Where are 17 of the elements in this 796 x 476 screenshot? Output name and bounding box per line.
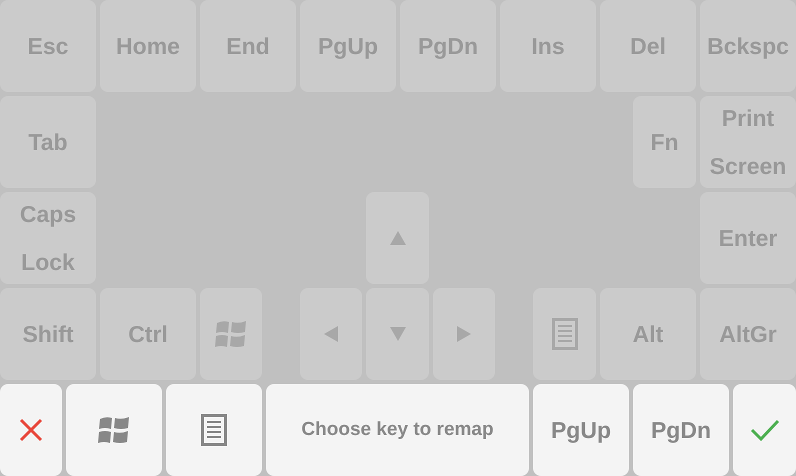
windows-logo-icon <box>97 414 131 446</box>
left-arrow-icon <box>324 326 338 342</box>
document-icon <box>200 413 228 447</box>
up-arrow-icon <box>390 231 406 245</box>
key-button[interactable] <box>166 384 262 476</box>
windows-logo-icon <box>214 318 248 350</box>
checkmark-icon <box>750 418 780 442</box>
key-button[interactable]: PgUp <box>533 384 629 476</box>
remap-prompt-button[interactable]: Choose key to remap <box>266 384 529 476</box>
close-icon <box>19 418 43 442</box>
document-icon <box>550 317 578 351</box>
cancel-button[interactable] <box>0 384 62 476</box>
down-arrow-icon <box>390 327 406 341</box>
right-arrow-icon <box>457 326 471 342</box>
confirm-button[interactable] <box>733 384 796 476</box>
key-button[interactable] <box>66 384 162 476</box>
key-button[interactable]: PgDn <box>633 384 729 476</box>
